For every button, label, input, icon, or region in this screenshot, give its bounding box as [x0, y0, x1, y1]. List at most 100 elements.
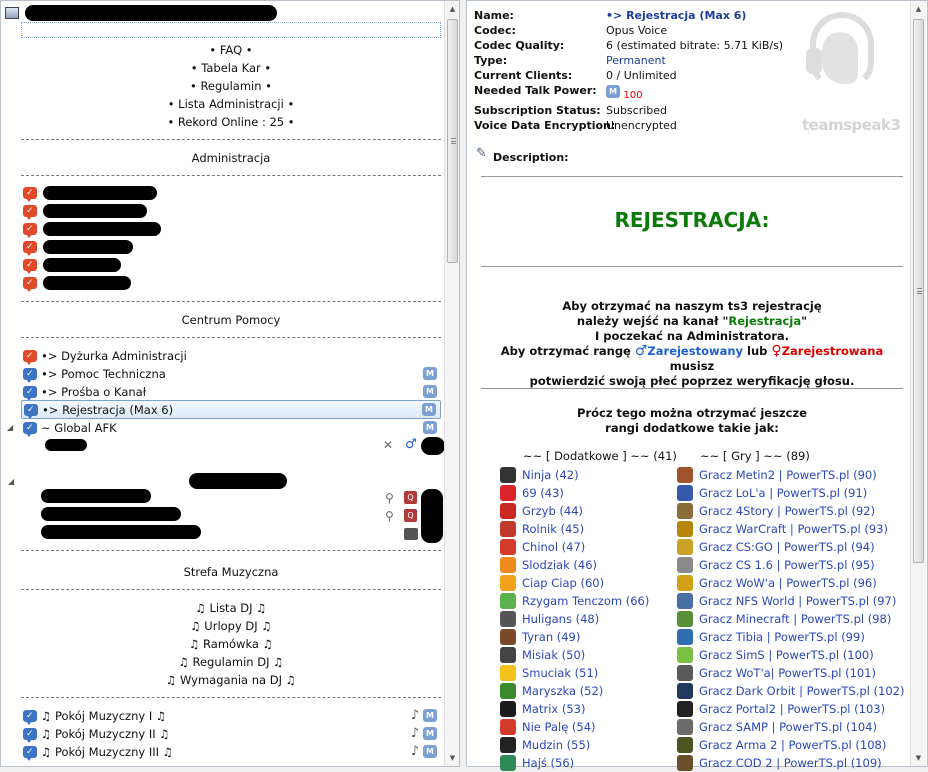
info-scrollbar[interactable]: ▲ ▼	[910, 1, 926, 766]
rejestracja-link[interactable]: Rejestracja	[728, 314, 801, 328]
tree-spacer-administracja[interactable]: Administracja	[21, 149, 441, 167]
rank-icon	[500, 485, 516, 501]
female-icon: ♀	[771, 343, 782, 359]
extra-rank-item: Maryszka (52)	[500, 682, 700, 700]
info-encryption: Unencrypted	[606, 119, 677, 132]
channel-tree-scrollbar[interactable]: ▲ ▼	[444, 1, 459, 766]
rank-label: Chinol (47)	[522, 540, 586, 554]
tree-divider	[21, 175, 441, 176]
tree-spacer-urlopy-dj[interactable]: ♫ Urlopy DJ ♫	[21, 617, 441, 635]
tree-spacer-regulamin[interactable]: • Regulamin •	[21, 77, 441, 95]
tree-spacer-tabela-kar[interactable]: • Tabela Kar •	[21, 59, 441, 77]
channel-tree[interactable]: • FAQ • • Tabela Kar • • Regulamin • • L…	[0, 0, 460, 767]
redacted-client[interactable]	[41, 507, 181, 521]
moderated-icon: M	[422, 403, 436, 416]
game-rank-item: Gracz LoL'a | PowerTS.pl (91)	[677, 484, 877, 502]
scroll-down-icon[interactable]: ▼	[911, 750, 926, 766]
rank-label: Gracz CS 1.6 | PowerTS.pl (95)	[699, 558, 875, 572]
radio-icon	[404, 528, 418, 540]
tree-spacer-strefa-muzyczna[interactable]: Strefa Muzyczna	[21, 563, 441, 581]
extra-rank-item: 69 (43)	[500, 484, 700, 502]
info-label: Codec Quality:	[474, 39, 565, 52]
rank-label: Gracz WarCraft | PowerTS.pl (93)	[699, 522, 888, 536]
game-rank-item: Gracz CS:GO | PowerTS.pl (94)	[677, 538, 877, 556]
tree-channel-rejestracja[interactable]: ✓ •> Rejestracja (Max 6) M	[21, 400, 441, 419]
redacted-client[interactable]	[41, 489, 151, 503]
rank-icon	[677, 737, 693, 753]
tree-client-afk[interactable]: ✕ ♂	[41, 437, 445, 455]
channel-label: •> Prośba o Kanał	[41, 385, 146, 399]
rank-label: Gracz Dark Orbit | PowerTS.pl (102)	[699, 684, 905, 698]
game-rank-item: Gracz COD 2 | PowerTS.pl (109)	[677, 754, 882, 772]
description-divider	[481, 176, 903, 177]
tree-spacer-lista-dj[interactable]: ♫ Lista DJ ♫	[21, 599, 441, 617]
tree-channel-admin[interactable]: ✓	[21, 220, 441, 238]
info-channel-name: •> Rejestracja (Max 6)	[606, 9, 747, 22]
tree-channel-dyzurka[interactable]: ✓ •> Dyżurka Administracji	[21, 347, 441, 365]
moderated-icon: M	[423, 421, 437, 434]
collapse-arrow-icon[interactable]: ◢	[8, 477, 14, 486]
music-note-icon: ♪	[410, 708, 419, 723]
scroll-down-icon[interactable]: ▼	[445, 750, 459, 766]
scrollbar-thumb[interactable]	[913, 19, 924, 563]
channel-icon: ✓	[23, 386, 37, 401]
info-label: Voice Data Encryption:	[474, 119, 616, 132]
tree-divider	[21, 301, 441, 302]
channel-label: ~ Global AFK	[41, 421, 117, 435]
tree-channel-pokoj-muzyczny-2[interactable]: ✓ ♫ Pokój Muzyczny II ♫ ♪ M	[21, 725, 441, 743]
tree-channel-pokoj-muzyczny-3[interactable]: ✓ ♫ Pokój Muzyczny III ♫ ♪ M	[21, 743, 441, 761]
redacted-channel[interactable]	[189, 473, 287, 489]
game-rank-item: Gracz Metin2 | PowerTS.pl (90)	[677, 466, 877, 484]
collapse-arrow-icon[interactable]: ◢	[7, 419, 13, 437]
scroll-up-icon[interactable]: ▲	[445, 1, 459, 17]
tree-divider	[21, 589, 441, 590]
tree-channel-admin[interactable]: ✓	[21, 238, 441, 256]
info-label: Name:	[474, 9, 514, 22]
game-rank-item: Gracz SimS | PowerTS.pl (100)	[677, 646, 877, 664]
game-rank-item: Gracz Minecraft | PowerTS.pl (98)	[677, 610, 891, 628]
extra-rank-item: Hajś (56)	[500, 754, 700, 772]
tree-channel-pomoc-techniczna[interactable]: ✓ •> Pomoc Techniczna M	[21, 365, 441, 383]
rank-icon	[500, 557, 516, 573]
tree-channel-prosba-o-kanal[interactable]: ✓ •> Prośba o Kanał M	[21, 383, 441, 401]
channel-icon: ✓	[23, 422, 37, 437]
rank-icon	[500, 611, 516, 627]
tree-spacer-centrum-pomocy[interactable]: Centrum Pomocy	[21, 311, 441, 329]
rank-icon	[500, 521, 516, 537]
tree-channel-admin[interactable]: ✓	[21, 202, 441, 220]
info-label: Subscription Status:	[474, 104, 601, 117]
extra-rank-item: Matrix (53)	[500, 700, 700, 718]
tree-channel-global-afk[interactable]: ◢ ✓ ~ Global AFK M	[7, 419, 441, 437]
tree-spacer-faq[interactable]: • FAQ •	[21, 41, 441, 59]
rank-icon	[500, 539, 516, 555]
col2-heading: ~~ [ Gry ] ~~ (89)	[700, 449, 810, 463]
tree-spacer-ramowka[interactable]: ♫ Ramówka ♫	[21, 635, 441, 653]
rank-label: Gracz NFS World | PowerTS.pl (97)	[699, 594, 897, 608]
description-divider	[481, 388, 903, 389]
music-note-icon: ♪	[410, 726, 419, 741]
scroll-up-icon[interactable]: ▲	[911, 1, 926, 17]
game-rank-item: Gracz Tibia | PowerTS.pl (99)	[677, 628, 877, 646]
tree-channel-admin[interactable]: ✓	[21, 256, 441, 274]
col1-heading: ~~ [ Dodatkowe ] ~~ (41)	[523, 449, 677, 463]
rank-icon	[500, 467, 516, 483]
tree-spacer-wymagania-dj[interactable]: ♫ Wymagania na DJ ♫	[21, 671, 441, 689]
rank-label: Tyran (49)	[522, 630, 581, 644]
rank-icon	[677, 557, 693, 573]
tree-spacer-regulamin-dj[interactable]: ♫ Regulamin DJ ♫	[21, 653, 441, 671]
channel-label: •> Dyżurka Administracji	[41, 349, 187, 363]
tree-spacer-rekord-online[interactable]: • Rekord Online : 25 •	[21, 113, 441, 131]
tree-channel-admin[interactable]: ✓	[21, 184, 441, 202]
rank-label: Misiak (50)	[522, 648, 586, 662]
pencil-icon: ✎	[476, 146, 487, 161]
redacted-server-name	[25, 5, 277, 21]
tree-channel-admin[interactable]: ✓	[21, 274, 441, 292]
channel-label: •> Rejestracja (Max 6)	[42, 403, 174, 417]
redacted-client[interactable]	[41, 525, 201, 539]
rank-icon	[677, 575, 693, 591]
scrollbar-thumb[interactable]	[447, 19, 458, 263]
game-rank-item: Gracz Dark Orbit | PowerTS.pl (102)	[677, 682, 904, 700]
tree-channel-pokoj-muzyczny-1[interactable]: ✓ ♫ Pokój Muzyczny I ♫ ♪ M	[21, 707, 441, 725]
tree-spacer-lista-administracji[interactable]: • Lista Administracji •	[21, 95, 441, 113]
info-label: Needed Talk Power:	[474, 84, 597, 97]
